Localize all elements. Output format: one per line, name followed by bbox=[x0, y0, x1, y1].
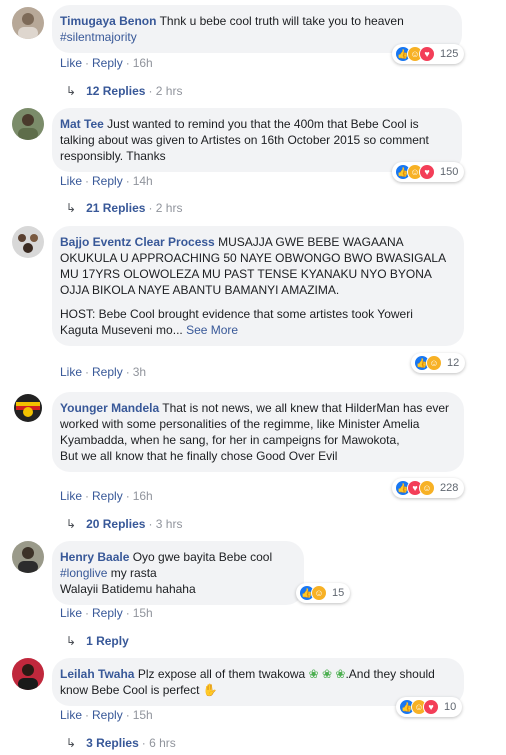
love-reaction-icon: ♥ bbox=[419, 164, 435, 180]
avatar[interactable] bbox=[12, 7, 44, 39]
haha-reaction-icon: ☺ bbox=[311, 585, 327, 601]
comment-text: Oyo gwe bayita Bebe cool bbox=[132, 550, 273, 564]
comment-text-secondary: But we all know that he finally chose Go… bbox=[60, 449, 338, 463]
reaction-summary[interactable]: 👍 ☺ 15 bbox=[296, 583, 351, 603]
haha-reaction-icon: ☺ bbox=[419, 480, 435, 496]
like-link[interactable]: Like bbox=[60, 365, 82, 379]
reaction-summary[interactable]: 👍 ☺ ♥ 125 bbox=[392, 44, 465, 64]
reaction-count: 12 bbox=[447, 357, 460, 369]
view-replies[interactable]: ↳ 1 Reply bbox=[66, 634, 129, 648]
replies-link[interactable]: 1 Reply bbox=[86, 634, 129, 648]
reaction-count: 10 bbox=[444, 701, 457, 713]
reaction-summary[interactable]: 👍 ☺ ♥ 150 bbox=[392, 162, 465, 182]
leaf-emoji-icon: ❀ bbox=[335, 667, 346, 681]
hashtag-link[interactable]: #silentmajority bbox=[60, 30, 137, 44]
reply-link[interactable]: Reply bbox=[92, 489, 123, 503]
leaf-emoji-icon: ❀ bbox=[308, 667, 319, 681]
reply-link[interactable]: Reply bbox=[92, 606, 123, 620]
reaction-count: 228 bbox=[440, 482, 459, 494]
reply-link[interactable]: Reply bbox=[92, 365, 123, 379]
love-reaction-icon: ♥ bbox=[423, 699, 439, 715]
comment-time[interactable]: 15h bbox=[133, 606, 153, 620]
comment-actions: Like · Reply · 14h bbox=[60, 174, 153, 188]
replies-time: · 3 hrs bbox=[148, 517, 183, 531]
comment-bubble: Bajjo Eventz Clear Process MUSAJJA GWE B… bbox=[52, 226, 464, 346]
replies-link[interactable]: 21 Replies bbox=[86, 201, 145, 215]
comment-author[interactable]: Younger Mandela bbox=[60, 401, 159, 415]
avatar[interactable] bbox=[12, 658, 44, 690]
hand-emoji-icon: ✋ bbox=[202, 683, 218, 697]
avatar[interactable] bbox=[12, 541, 44, 573]
like-link[interactable]: Like bbox=[60, 606, 82, 620]
reaction-count: 125 bbox=[440, 48, 459, 60]
reaction-summary[interactable]: 👍 ♥ ☺ 228 bbox=[392, 478, 465, 498]
hashtag-link[interactable]: #longlive bbox=[60, 566, 107, 580]
like-link[interactable]: Like bbox=[60, 708, 82, 722]
comment-actions: Like · Reply · 3h bbox=[60, 365, 147, 379]
comment-author[interactable]: Timugaya Benon bbox=[60, 14, 156, 28]
replies-link[interactable]: 12 Replies bbox=[86, 84, 145, 98]
comment-time[interactable]: 15h bbox=[133, 708, 153, 722]
reaction-count: 150 bbox=[440, 166, 459, 178]
reaction-summary[interactable]: 👍 ☺ ♥ 10 bbox=[396, 697, 463, 717]
view-replies[interactable]: ↳ 3 Replies · 6 hrs bbox=[66, 736, 176, 750]
reply-arrow-icon: ↳ bbox=[66, 634, 77, 648]
comment-text-secondary: Walayii Batidemu hahaha bbox=[60, 582, 196, 596]
like-link[interactable]: Like bbox=[60, 489, 82, 503]
comment-author[interactable]: Mat Tee bbox=[60, 117, 104, 131]
replies-time: · 2 hrs bbox=[148, 201, 183, 215]
comment-bubble: Henry Baale Oyo gwe bayita Bebe cool #lo… bbox=[52, 541, 304, 605]
reply-link[interactable]: Reply bbox=[92, 708, 123, 722]
reaction-summary[interactable]: 👍 ☺ 12 bbox=[411, 353, 466, 373]
reply-arrow-icon: ↳ bbox=[66, 736, 77, 750]
comment-author[interactable]: Bajjo Eventz Clear Process bbox=[60, 235, 215, 249]
leaf-emoji-icon: ❀ bbox=[321, 667, 333, 681]
comment-actions: Like · Reply · 16h bbox=[60, 56, 153, 70]
replies-link[interactable]: 3 Replies bbox=[86, 736, 139, 750]
avatar[interactable] bbox=[12, 392, 44, 424]
view-replies[interactable]: ↳ 12 Replies · 2 hrs bbox=[66, 84, 182, 98]
replies-time: · 2 hrs bbox=[148, 84, 183, 98]
reply-arrow-icon: ↳ bbox=[66, 517, 77, 531]
comment-text: Just wanted to remind you that the 400m … bbox=[60, 117, 429, 163]
reply-link[interactable]: Reply bbox=[92, 56, 123, 70]
replies-time: · 6 hrs bbox=[141, 736, 176, 750]
comment-time[interactable]: 16h bbox=[133, 489, 153, 503]
comment-author[interactable]: Henry Baale bbox=[60, 550, 129, 564]
reply-arrow-icon: ↳ bbox=[66, 84, 77, 98]
comment-time[interactable]: 16h bbox=[133, 56, 153, 70]
comment-text: Thnk u bebe cool truth will take you to … bbox=[159, 14, 404, 28]
comment-text-tail: my rasta bbox=[110, 566, 157, 580]
comment-time[interactable]: 3h bbox=[133, 365, 146, 379]
like-link[interactable]: Like bbox=[60, 56, 82, 70]
avatar[interactable] bbox=[12, 226, 44, 258]
comment-text: Plz expose all of them twakowa bbox=[137, 667, 306, 681]
comment-bubble: Younger Mandela That is not news, we all… bbox=[52, 392, 464, 472]
like-link[interactable]: Like bbox=[60, 174, 82, 188]
love-reaction-icon: ♥ bbox=[419, 46, 435, 62]
comment-actions: Like · Reply · 15h bbox=[60, 606, 153, 620]
reply-link[interactable]: Reply bbox=[92, 174, 123, 188]
view-replies[interactable]: ↳ 21 Replies · 2 hrs bbox=[66, 201, 182, 215]
comment-actions: Like · Reply · 15h bbox=[60, 708, 153, 722]
reply-arrow-icon: ↳ bbox=[66, 201, 77, 215]
reaction-count: 15 bbox=[332, 587, 345, 599]
comment-actions: Like · Reply · 16h bbox=[60, 489, 153, 503]
see-more-link[interactable]: See More bbox=[186, 323, 238, 337]
replies-link[interactable]: 20 Replies bbox=[86, 517, 145, 531]
view-replies[interactable]: ↳ 20 Replies · 3 hrs bbox=[66, 517, 182, 531]
avatar[interactable] bbox=[12, 108, 44, 140]
comment-author[interactable]: Leilah Twaha bbox=[60, 667, 134, 681]
comment-time[interactable]: 14h bbox=[133, 174, 153, 188]
haha-reaction-icon: ☺ bbox=[426, 355, 442, 371]
